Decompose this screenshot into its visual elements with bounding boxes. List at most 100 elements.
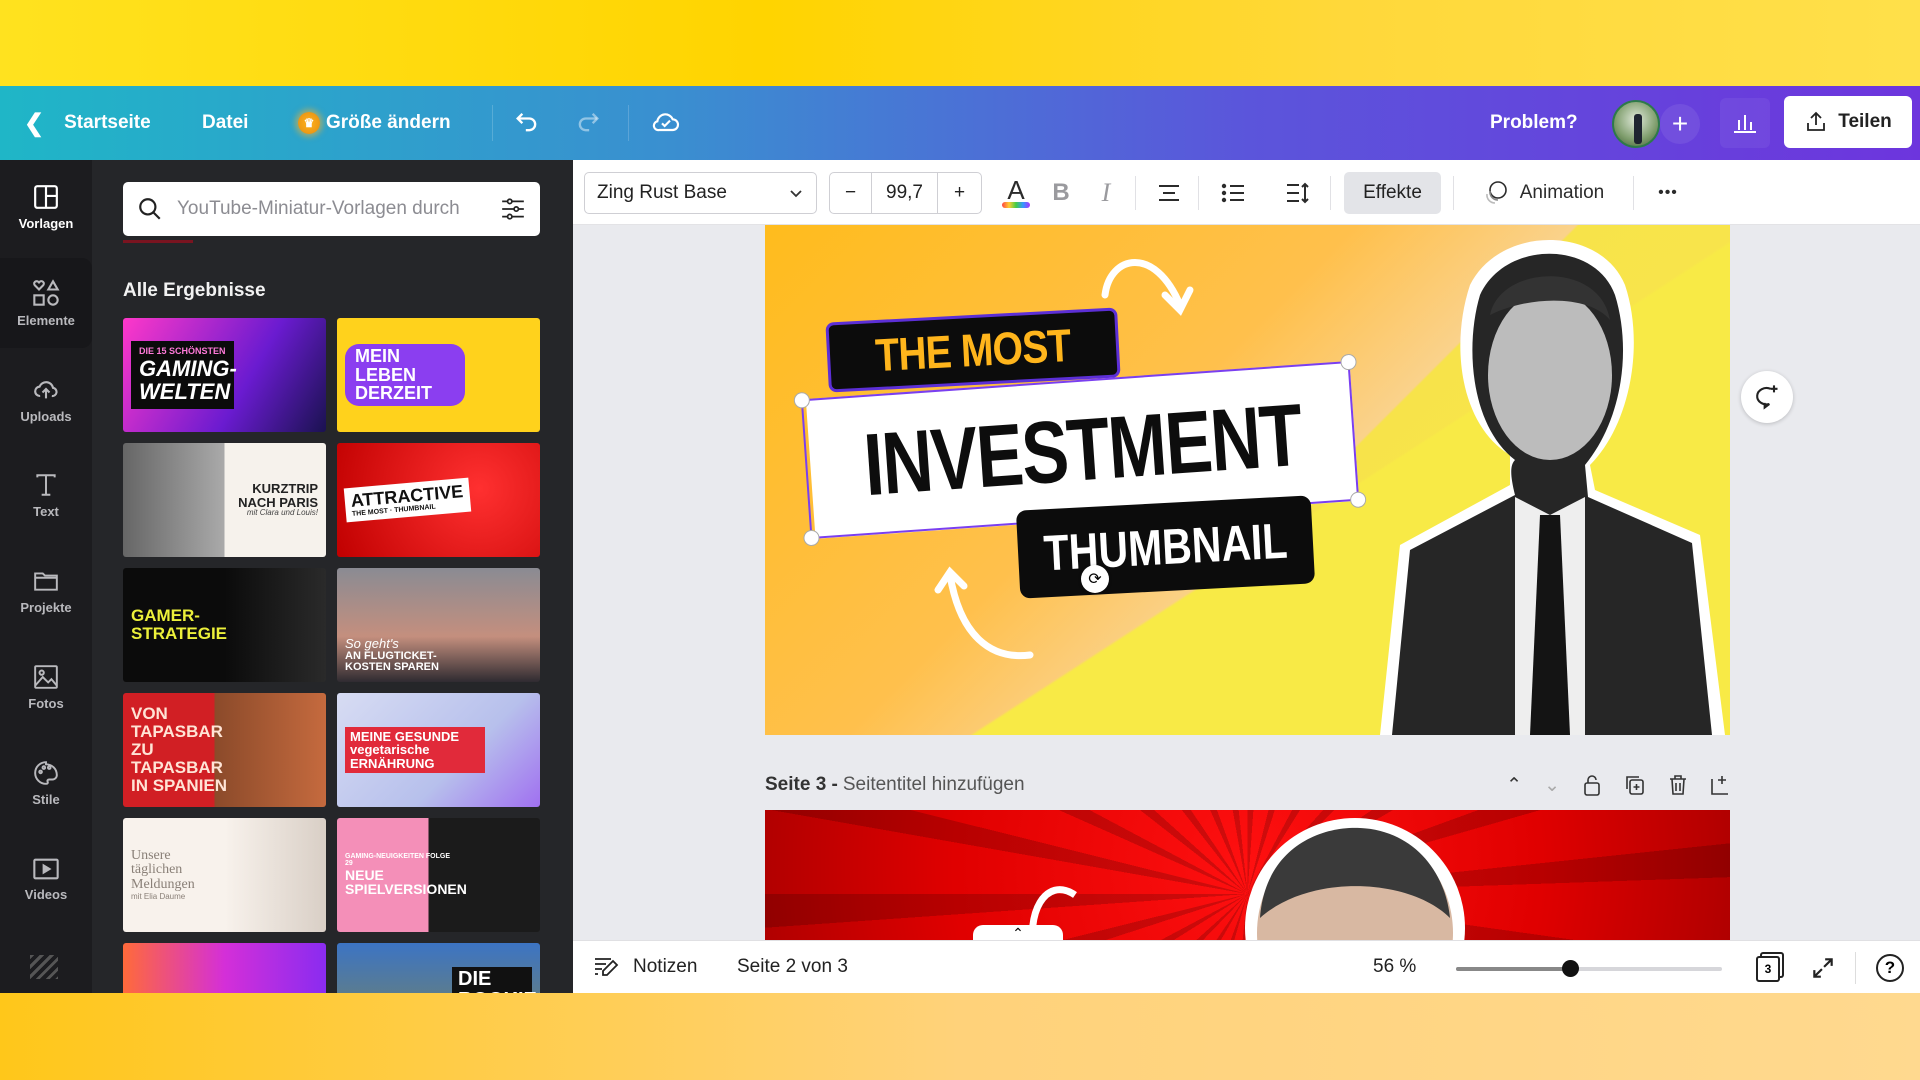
add-page-icon[interactable] xyxy=(1710,774,1730,796)
template-card[interactable]: VON TAPASBAR ZU TAPASBAR IN SPANIEN xyxy=(123,693,326,807)
effects-button[interactable]: Effekte xyxy=(1344,172,1441,214)
template-card[interactable]: So geht's AN FLUGTICKET-KOSTEN SPAREN xyxy=(337,568,540,682)
zoom-slider[interactable] xyxy=(1456,960,1722,977)
spacing-button[interactable] xyxy=(1278,172,1318,214)
top-header: ❮ Startseite Datei ♛ Größe ändern Proble… xyxy=(0,86,1920,160)
template-card[interactable]: ATTRACTIVE THE MOST · THUMBNAIL xyxy=(337,443,540,557)
person-photo xyxy=(1245,818,1465,940)
rail-item-fotos[interactable]: Fotos xyxy=(0,642,92,732)
rotate-handle[interactable]: ⟳ xyxy=(1081,565,1109,593)
add-collaborator-button[interactable]: + xyxy=(1660,104,1700,144)
add-comment-button[interactable] xyxy=(1741,371,1793,423)
list-button[interactable] xyxy=(1213,172,1253,214)
page-grid-button[interactable]: 3 xyxy=(1756,956,1780,982)
cloud-sync-button[interactable] xyxy=(650,106,682,143)
chevron-down-icon xyxy=(790,190,802,198)
trash-icon[interactable] xyxy=(1668,774,1688,796)
undo-button[interactable] xyxy=(513,108,541,141)
bold-icon: B xyxy=(1052,179,1070,206)
redo-button[interactable] xyxy=(574,108,602,141)
resize-button[interactable]: ♛ Größe ändern xyxy=(298,112,451,134)
text-toolbar: Zing Rust Base − 99,7 + A B I Effekte An… xyxy=(573,160,1920,225)
template-card[interactable]: MEIN LEBEN DERZEIT xyxy=(337,318,540,432)
increase-font-size-button[interactable]: + xyxy=(938,173,981,213)
redo-icon xyxy=(578,113,599,132)
thumbnail-text-box[interactable]: THUMBNAIL xyxy=(1015,495,1316,599)
palette-icon xyxy=(34,760,58,785)
bold-button[interactable]: B xyxy=(1041,172,1081,214)
background-bottom xyxy=(0,993,1920,1080)
comment-add-icon xyxy=(1756,385,1778,410)
rotate-icon: ⟳ xyxy=(1088,571,1102,588)
text-color-icon: A xyxy=(1007,175,1025,205)
page-title-input[interactable]: Seitentitel hinzufügen xyxy=(843,774,1025,796)
page-indicator: Seite 2 von 3 xyxy=(737,956,848,977)
zoom-level[interactable]: 56 % xyxy=(1373,956,1416,978)
rail-item-elemente[interactable]: Elemente xyxy=(0,258,92,348)
bar-chart-icon xyxy=(1734,115,1756,133)
video-icon xyxy=(33,858,59,879)
rail-item-text[interactable]: Text xyxy=(0,450,92,540)
animation-icon xyxy=(1485,181,1507,204)
more-apps-icon[interactable] xyxy=(30,955,58,979)
chevron-left-icon: ❮ xyxy=(24,109,45,137)
template-search-input[interactable] xyxy=(177,198,500,220)
rail-item-uploads[interactable]: Uploads xyxy=(0,354,92,444)
share-button[interactable]: Teilen xyxy=(1784,96,1912,148)
image-icon xyxy=(34,664,58,689)
template-card[interactable]: KURZTRIP NACH PARIS mit Clara und Louis! xyxy=(123,443,326,557)
align-center-button[interactable] xyxy=(1149,172,1189,214)
template-card[interactable]: EINE BASIS xyxy=(123,943,326,993)
lock-icon[interactable] xyxy=(1582,774,1602,796)
left-rail: Vorlagen Elemente Uploads Text Projekte … xyxy=(0,160,92,993)
cloud-upload-icon xyxy=(34,380,58,398)
decrease-font-size-button[interactable]: − xyxy=(830,173,872,213)
file-menu-button[interactable]: Datei xyxy=(202,112,248,134)
cloud-check-icon xyxy=(652,113,679,132)
rail-item-videos[interactable]: Videos xyxy=(0,834,92,924)
crown-icon: ♛ xyxy=(298,112,320,134)
design-page-3[interactable] xyxy=(765,810,1730,940)
templates-panel: Alle Ergebnisse DIE 15 SCHÖNSTENGAMING-W… xyxy=(92,160,573,993)
problem-button[interactable]: Problem? xyxy=(1490,112,1578,134)
fullscreen-button[interactable] xyxy=(1810,955,1836,986)
notes-button[interactable]: Notizen xyxy=(593,956,697,978)
help-button[interactable]: ? xyxy=(1876,954,1904,982)
move-page-up-button[interactable]: ⌃ xyxy=(1506,774,1522,797)
expand-icon xyxy=(1813,958,1833,978)
animation-button[interactable]: Animation xyxy=(1468,172,1618,214)
rail-item-projekte[interactable]: Projekte xyxy=(0,546,92,636)
move-page-down-button[interactable]: ⌄ xyxy=(1544,774,1560,797)
font-size-stepper: − 99,7 + xyxy=(829,172,982,214)
undo-icon xyxy=(516,113,537,132)
text-icon xyxy=(36,473,56,496)
zoom-slider-fill xyxy=(1456,967,1571,971)
design-page-2[interactable]: THE MOST INVESTMENT THUMBNAIL ⟳ xyxy=(765,225,1730,735)
template-card[interactable]: MEINE GESUNDE vegetarische ERNÄHRUNG xyxy=(337,693,540,807)
template-search-box[interactable] xyxy=(123,182,540,236)
template-card[interactable]: Unsere täglichen Meldungen mit Elia Daume xyxy=(123,818,326,932)
filter-sliders-icon xyxy=(502,198,524,220)
section-title: Alle Ergebnisse xyxy=(123,280,266,301)
back-home-button[interactable]: ❮ Startseite xyxy=(24,109,151,138)
italic-icon: I xyxy=(1101,178,1111,207)
more-options-button[interactable]: ••• xyxy=(1648,172,1688,214)
font-size-input[interactable]: 99,7 xyxy=(872,173,938,213)
expand-notes-button[interactable]: ⌃ xyxy=(973,925,1063,940)
font-family-dropdown[interactable]: Zing Rust Base xyxy=(584,172,817,214)
align-center-icon xyxy=(1159,185,1179,201)
user-avatar[interactable] xyxy=(1612,100,1660,148)
template-card[interactable]: GAMER-STRATEGIE xyxy=(123,568,326,682)
template-card[interactable]: DIE 15 SCHÖNSTEN GAMING-WELTEN xyxy=(123,318,326,432)
text-color-button[interactable]: A xyxy=(996,172,1036,214)
template-card[interactable]: DIE ROOKIES IN xyxy=(337,943,540,993)
resize-handle[interactable] xyxy=(793,391,811,409)
insights-button[interactable] xyxy=(1720,98,1770,148)
italic-button[interactable]: I xyxy=(1086,172,1126,214)
template-card[interactable]: GAMING-NEUIGKEITEN FOLGE 29 NEUE SPIELVER… xyxy=(337,818,540,932)
duplicate-page-icon[interactable] xyxy=(1624,774,1646,796)
plus-icon: + xyxy=(1671,108,1689,139)
upload-share-icon xyxy=(1807,111,1826,131)
rail-item-vorlagen[interactable]: Vorlagen xyxy=(0,162,92,252)
rail-item-stile[interactable]: Stile xyxy=(0,738,92,828)
